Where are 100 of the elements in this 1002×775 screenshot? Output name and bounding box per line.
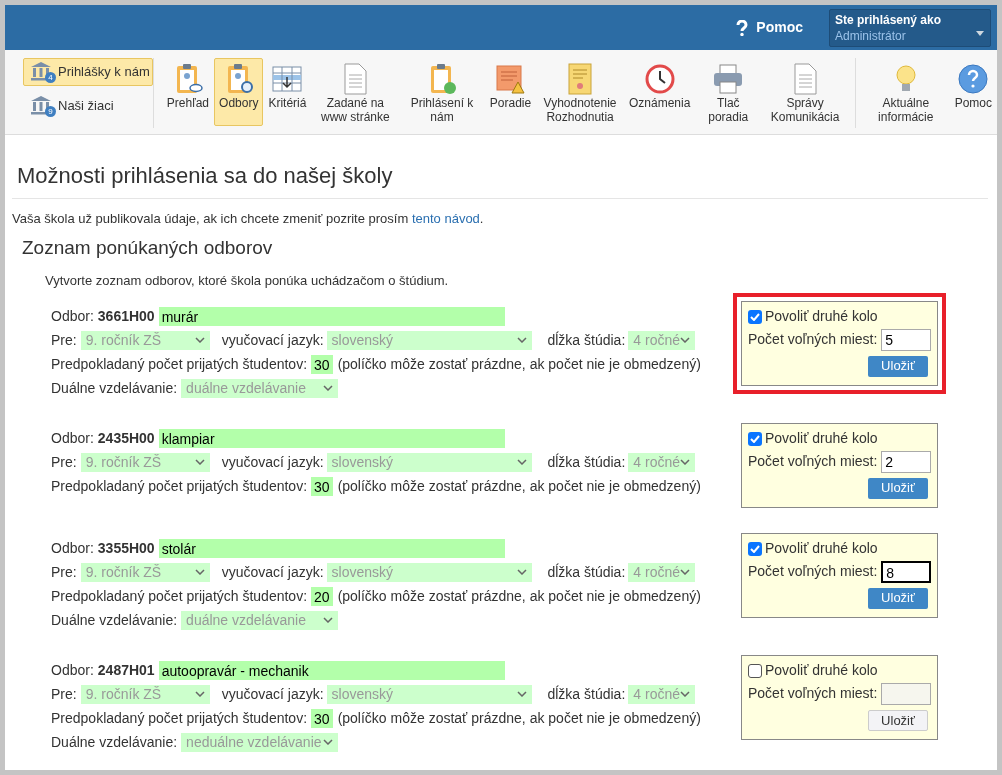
- seats-input[interactable]: [881, 682, 931, 705]
- seats-label: Počet voľných miest:: [748, 330, 878, 349]
- seats-input[interactable]: 8: [881, 560, 931, 583]
- count-input[interactable]: 30: [311, 708, 333, 728]
- seats-label: Počet voľných miest:: [748, 452, 878, 471]
- guide-link[interactable]: tento návod: [411, 211, 480, 226]
- checkbox[interactable]: [748, 309, 762, 324]
- dual-label: Duálne vzdelávanie:: [51, 378, 178, 398]
- count-badge: 9: [45, 106, 56, 117]
- page-title: Možnosti prihlásenia sa do našej školy: [12, 135, 988, 199]
- count-hint: (políčko môže zostať prázdne, ak počet nie je obmedzený): [337, 708, 701, 728]
- section-title: Zoznam ponúkaných odborov: [21, 235, 274, 260]
- count-hint: (políčko môže zostať prázdne, ak počet nie je obmedzený): [337, 476, 701, 496]
- duration-label: dĺžka štúdia:: [547, 684, 626, 704]
- user-caption: Ste prihlásený ako: [835, 12, 943, 28]
- for-label: Pre:: [51, 562, 77, 582]
- help-icon: [736, 19, 749, 36]
- toolbar-button[interactable]: Oznámenia: [623, 58, 696, 126]
- chevron-down-icon: [323, 739, 334, 745]
- user-menu[interactable]: Ste prihlásený ako Administrátor: [829, 8, 991, 47]
- chevron-down-icon: [323, 617, 334, 623]
- chevron-down-icon: [680, 459, 690, 465]
- toolbar-button[interactable]: Pomoc: [949, 58, 997, 126]
- count-hint: (políčko môže zostať prázdne, ak počet nie je obmedzený): [337, 354, 701, 374]
- chevron-down-icon: [517, 569, 528, 575]
- field-code: 2487H01: [97, 660, 155, 680]
- checkbox-label: Povoliť druhé kolo: [765, 661, 878, 680]
- section-intro: Vytvorte zoznam odborov, ktoré škola ponúka uchádzačom o štúdium.: [44, 272, 450, 290]
- field-name-input[interactable]: klampiar: [158, 428, 505, 448]
- toolbar-button[interactable]: Prehľad: [161, 58, 215, 126]
- nav-item[interactable]: 4 Prihlášky k nám: [23, 58, 153, 86]
- duration-label: dĺžka štúdia:: [547, 452, 626, 472]
- field-code: 2435H00: [97, 428, 155, 448]
- checkbox[interactable]: [748, 663, 762, 678]
- duration-label: dĺžka štúdia:: [547, 330, 626, 350]
- field-code: 3661H00: [97, 306, 155, 326]
- dual-label: Duálne vzdelávanie:: [51, 732, 178, 752]
- toolbar-button[interactable]: Odbory: [214, 58, 264, 126]
- for-label: Pre:: [51, 684, 77, 704]
- field-label: Odbor:: [51, 660, 94, 680]
- chevron-down-icon: [194, 337, 205, 343]
- toolbar-button[interactable]: Kritériá: [263, 58, 312, 126]
- save-button[interactable]: Uložiť: [868, 709, 928, 731]
- language-label: vyučovací jazyk:: [221, 452, 324, 472]
- seats-input[interactable]: 2: [881, 450, 931, 473]
- chevron-down-icon: [680, 691, 690, 697]
- save-button[interactable]: Uložiť: [868, 355, 928, 377]
- count-label: Predpokladaný počet prijatých študentov:: [51, 708, 308, 728]
- toolbar-button[interactable]: Poradie: [484, 58, 537, 126]
- count-input[interactable]: 30: [311, 354, 333, 374]
- field-label: Odbor:: [51, 428, 94, 448]
- checkbox-label: Povoliť druhé kolo: [765, 307, 878, 326]
- count-input[interactable]: 30: [311, 476, 333, 496]
- chevron-down-icon: [680, 337, 690, 343]
- nav-item[interactable]: 9 Naši žiaci: [23, 92, 153, 120]
- language-label: vyučovací jazyk:: [221, 684, 324, 704]
- toolbar-button[interactable]: Prihlásení k nám: [399, 58, 485, 126]
- save-button[interactable]: Uložiť: [868, 477, 928, 499]
- dual-label: Duálne vzdelávanie:: [51, 610, 178, 630]
- count-label: Predpokladaný počet prijatých študentov:: [51, 586, 308, 606]
- checkbox[interactable]: [748, 541, 762, 556]
- chevron-down-icon: [517, 691, 528, 697]
- help-link[interactable]: Pomoc: [736, 17, 803, 38]
- field-name-input[interactable]: stolár: [158, 538, 505, 558]
- for-label: Pre:: [51, 452, 77, 472]
- field-name-input[interactable]: murár: [158, 306, 505, 326]
- field-name-input[interactable]: autoopravár - mechanik: [158, 660, 505, 680]
- for-label: Pre:: [51, 330, 77, 350]
- save-button[interactable]: Uložiť: [868, 587, 928, 609]
- chevron-down-icon: [680, 569, 690, 575]
- toolbar-button[interactable]: Tlač poradia: [695, 58, 762, 126]
- notice-text: Vaša škola už publikovala údaje, ak ich chcete zmeniť pozrite prosím tento návod.: [12, 210, 485, 228]
- field-code: 3355H00: [97, 538, 155, 558]
- seats-input[interactable]: 5: [881, 328, 931, 351]
- field-label: Odbor:: [51, 538, 94, 558]
- caret-icon: [976, 30, 984, 36]
- checkbox-label: Povoliť druhé kolo: [765, 429, 878, 448]
- chevron-down-icon: [194, 691, 205, 697]
- count-badge: 4: [45, 72, 56, 83]
- seats-label: Počet voľných miest:: [748, 562, 878, 581]
- count-hint: (políčko môže zostať prázdne, ak počet nie je obmedzený): [337, 586, 701, 606]
- user-name: Administrátor: [835, 27, 906, 44]
- chevron-down-icon: [194, 459, 205, 465]
- toolbar-button[interactable]: Vyhodnotenie Rozhodnutia: [536, 58, 624, 126]
- note-warning-icon: [493, 62, 528, 96]
- seats-label: Počet voľných miest:: [748, 684, 878, 703]
- count-label: Predpokladaný počet prijatých študentov:: [51, 476, 308, 496]
- chevron-down-icon: [194, 569, 205, 575]
- chevron-down-icon: [323, 385, 334, 391]
- field-label: Odbor:: [51, 306, 94, 326]
- toolbar-button[interactable]: Správy Komunikácia: [761, 58, 849, 126]
- checkbox-label: Povoliť druhé kolo: [765, 539, 878, 558]
- toolbar-button[interactable]: Zadané na www stránke: [311, 58, 400, 126]
- checkbox[interactable]: [748, 431, 762, 446]
- language-label: vyučovací jazyk:: [221, 330, 324, 350]
- count-label: Predpokladaný počet prijatých študentov:: [51, 354, 308, 374]
- duration-label: dĺžka štúdia:: [547, 562, 626, 582]
- count-input[interactable]: 20: [311, 586, 333, 606]
- toolbar-button[interactable]: Aktuálne informácie: [861, 58, 950, 126]
- language-label: vyučovací jazyk:: [221, 562, 324, 582]
